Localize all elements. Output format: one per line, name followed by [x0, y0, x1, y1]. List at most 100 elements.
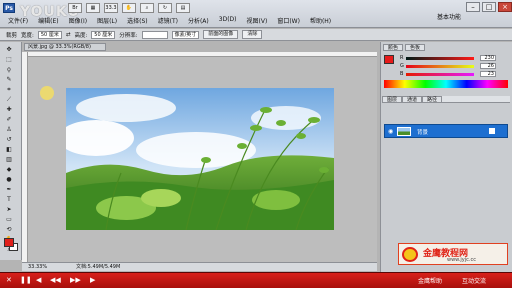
chat-link[interactable]: 互动交流 [462, 276, 486, 285]
menu-help[interactable]: 帮助(H) [310, 16, 331, 25]
clear-button[interactable]: 清除 [242, 30, 263, 39]
arrange-icon[interactable]: ▤ [176, 3, 190, 13]
blue-track[interactable] [406, 73, 474, 76]
close-icon[interactable]: × [498, 2, 512, 12]
menu-analysis[interactable]: 分析(A) [188, 16, 209, 25]
slider-red[interactable]: R 230 [400, 55, 506, 61]
tab-channels[interactable]: 通道 [402, 96, 423, 103]
landscape-photo[interactable] [66, 88, 334, 230]
gradient-tool-icon[interactable]: ▥ [4, 156, 14, 163]
menu-window[interactable]: 窗口(W) [277, 16, 300, 25]
menu-file[interactable]: 文件(F) [8, 16, 28, 25]
menu-image[interactable]: 图像(I) [69, 16, 87, 25]
stop-icon[interactable]: ✕ [6, 276, 12, 285]
3d-rotate-icon[interactable]: ⟲ [4, 226, 14, 233]
menu-edit[interactable]: 编辑(E) [38, 16, 58, 25]
tab-color[interactable]: 颜色 [383, 44, 404, 51]
type-tool-icon[interactable]: T [4, 196, 14, 203]
pause-icon[interactable]: ❚❚ [20, 276, 32, 285]
zoom-icon[interactable]: ⌕ [140, 3, 154, 13]
green-track[interactable] [406, 65, 474, 68]
help-link[interactable]: 金鹰帮助 [418, 276, 442, 285]
crop-tool-icon[interactable]: 裁剪 [6, 31, 17, 39]
tab-paths[interactable]: 路径 [422, 96, 443, 103]
blue-label: B [400, 71, 404, 77]
menu-layer[interactable]: 图层(L) [97, 16, 117, 25]
width-field[interactable]: 50 厘米 [37, 30, 62, 39]
quick-select-tool-icon[interactable]: ✎ [4, 76, 14, 83]
history-brush-icon[interactable]: ↺ [4, 136, 14, 143]
hand-icon[interactable]: ✋ [122, 3, 136, 13]
next-icon[interactable]: ▶ [90, 276, 95, 285]
lock-icon [489, 128, 495, 134]
rewind-icon[interactable]: ◀◀ [50, 276, 61, 285]
tab-layers[interactable]: 图层 [382, 96, 403, 103]
resolution-unit-select[interactable]: 像素/英寸 [171, 30, 200, 39]
crop-tool-icon-box[interactable]: ⌗ [4, 86, 14, 93]
tab-swatches[interactable]: 色板 [405, 44, 426, 51]
green-value[interactable]: 26 [480, 63, 496, 69]
toolbox: ✥ ⬚ ϙ ✎ ⌗ ⟋ ✚ ✐ ♙ ↺ ◧ ▥ ◆ ● ✒ T ➤ ▭ ⟲ ✋ … [0, 42, 22, 260]
app-bar-icons: Br ▦ 33.3 ✋ ⌕ ↻ ▤ [56, 3, 190, 13]
lasso-tool-icon[interactable]: ϙ [4, 66, 14, 73]
brand-url: www.jyjc.cc [447, 257, 476, 263]
rotate-view-icon[interactable]: ↻ [158, 3, 172, 13]
zoom-readout[interactable]: 33.33% [28, 263, 47, 271]
eyedropper-tool-icon[interactable]: ⟋ [4, 96, 14, 103]
width-label: 宽度: [21, 32, 34, 39]
zoom-level-icon[interactable]: 33.3 [104, 3, 118, 13]
pen-tool-icon[interactable]: ✒ [4, 186, 14, 193]
menu-view[interactable]: 视图(V) [247, 16, 268, 25]
document-tab[interactable]: 风景.jpg @ 33.3%(RGB/8) [24, 43, 106, 51]
menu-3d[interactable]: 3D(D) [219, 16, 237, 25]
brush-tool-icon[interactable]: ✐ [4, 116, 14, 123]
foreground-color-swatch[interactable] [4, 238, 14, 247]
green-label: G [400, 63, 404, 69]
menu-filter[interactable]: 滤镜(T) [158, 16, 178, 25]
red-value[interactable]: 230 [480, 55, 496, 61]
slider-blue[interactable]: B 23 [400, 71, 506, 77]
document-size: 文档:5.49M/5.49M [76, 264, 121, 270]
grass-sky-image [66, 88, 334, 230]
left-ruler [22, 52, 28, 262]
front-image-button[interactable]: 前面的图像 [203, 30, 239, 39]
workspace-switcher[interactable]: 基本功能 [437, 12, 461, 21]
healing-tool-icon[interactable]: ✚ [4, 106, 14, 113]
menu-bar: 文件(F) 编辑(E) 图像(I) 图层(L) 选择(S) 滤镜(T) 分析(A… [8, 16, 331, 25]
layers-panel-tabs: 图层 通道 路径 [382, 96, 510, 103]
bridge-icon[interactable]: Br [68, 3, 82, 13]
forward-icon[interactable]: ▶▶ [70, 276, 81, 285]
path-select-icon[interactable]: ➤ [4, 206, 14, 213]
eraser-tool-icon[interactable]: ◧ [4, 146, 14, 153]
swap-icon[interactable]: ⇄ [66, 32, 71, 38]
layer-thumbnail [397, 127, 411, 136]
red-track[interactable] [406, 57, 474, 60]
shape-tool-icon[interactable]: ▭ [4, 216, 14, 223]
marquee-tool-icon[interactable]: ⬚ [4, 56, 14, 63]
height-field[interactable]: 50 厘米 [91, 30, 116, 39]
foreground-color-preview[interactable] [384, 55, 394, 64]
minimize-icon[interactable]: – [466, 2, 480, 12]
move-tool-icon[interactable]: ✥ [4, 46, 14, 53]
ps-logo: Ps [3, 3, 15, 13]
blue-value[interactable]: 23 [480, 71, 496, 77]
title-bar: Ps YOUKU Br ▦ 33.3 ✋ ⌕ ↻ ▤ 基本功能 – □ × 文件… [0, 0, 512, 28]
height-label: 高度: [74, 32, 88, 39]
photoshop-window: Ps YOUKU Br ▦ 33.3 ✋ ⌕ ↻ ▤ 基本功能 – □ × 文件… [0, 0, 512, 288]
window-controls: – □ × [466, 2, 512, 12]
color-spectrum-bar[interactable] [384, 80, 508, 88]
dodge-tool-icon[interactable]: ● [4, 176, 14, 183]
menu-select[interactable]: 选择(S) [127, 16, 148, 25]
minibridge-icon[interactable]: ▦ [86, 3, 100, 13]
layer-row-background[interactable]: ◉ 背景 [384, 124, 508, 138]
prev-icon[interactable]: ◀ [36, 276, 41, 285]
resolution-field[interactable] [141, 30, 168, 39]
blur-tool-icon[interactable]: ◆ [4, 166, 14, 173]
stamp-tool-icon[interactable]: ♙ [4, 126, 14, 133]
eye-icon[interactable]: ◉ [388, 128, 393, 135]
top-ruler [28, 52, 377, 57]
maximize-icon[interactable]: □ [482, 2, 496, 12]
slider-green[interactable]: G 26 [400, 63, 506, 69]
red-label: R [400, 55, 404, 61]
layer-name: 背景 [417, 130, 429, 136]
